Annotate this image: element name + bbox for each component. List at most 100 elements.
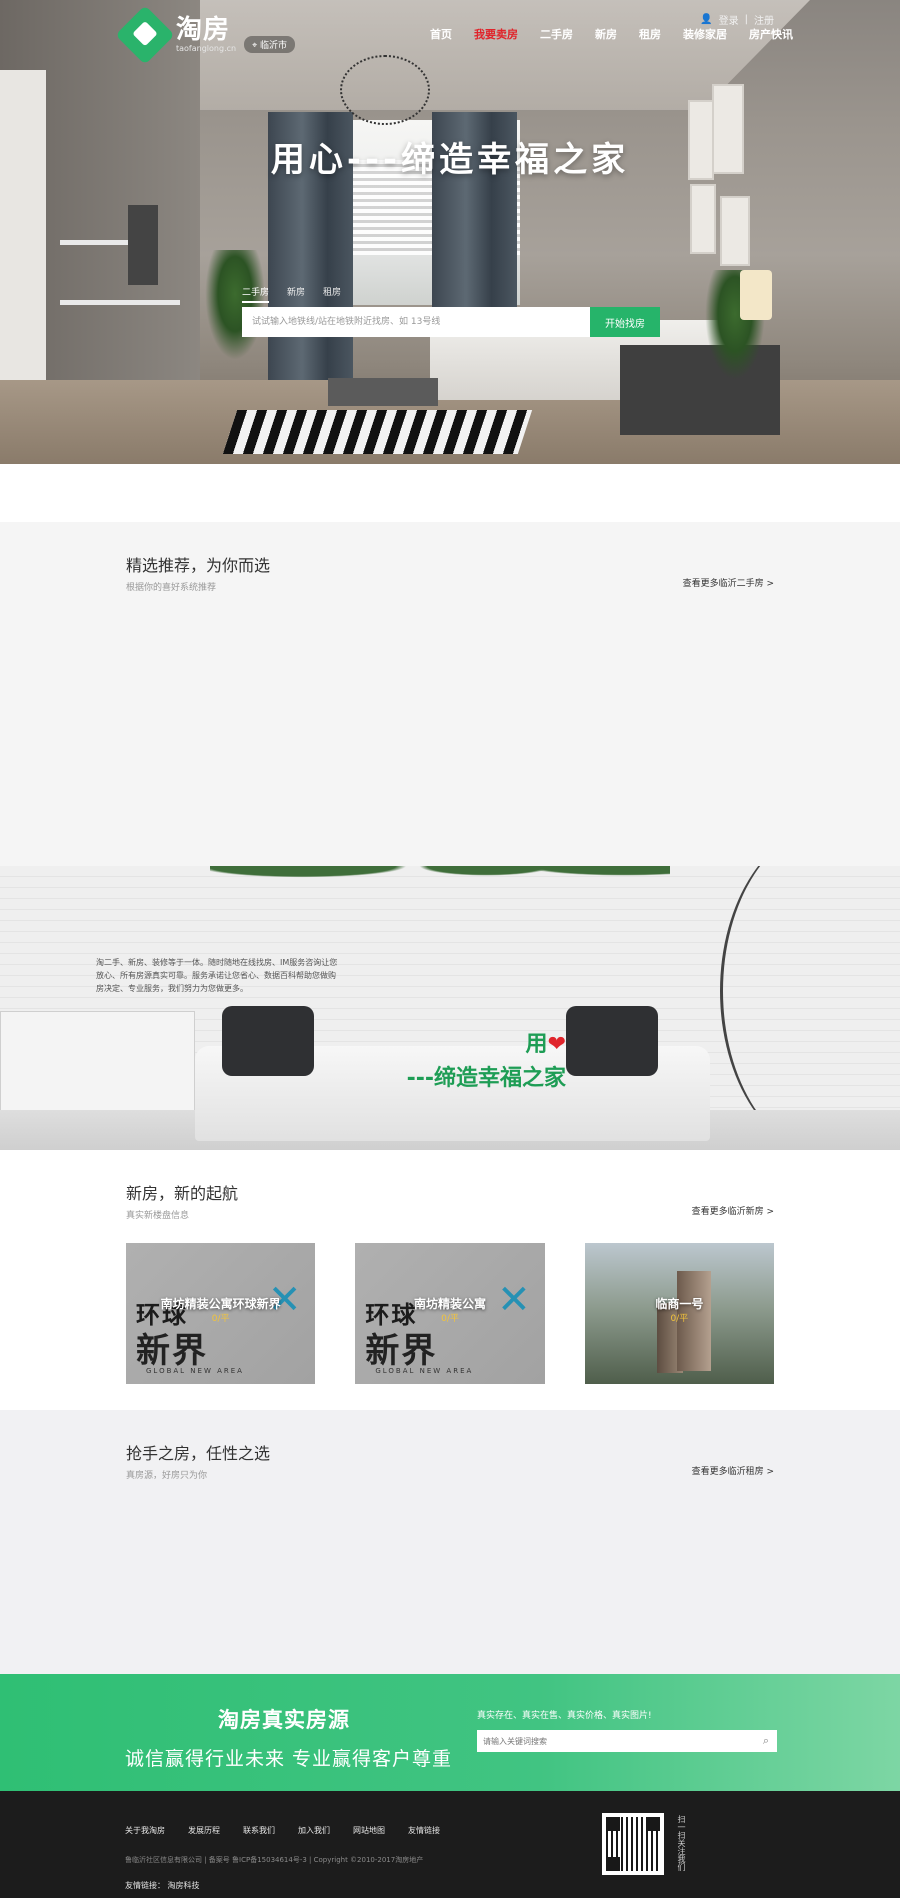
top-navbar: 淘房 taofanglong.cn ⌖ 临沂市 首页 我要卖房 二手房 新房 租… xyxy=(0,0,900,65)
tab-rent[interactable]: 租房 xyxy=(323,285,341,303)
house-card-name: 南坊精装公寓环球新界 xyxy=(160,1297,281,1311)
recommend-title: 精选推荐，为你而选 xyxy=(126,556,271,575)
trust-title: 淘房真实房源 xyxy=(218,1708,350,1732)
login-link[interactable]: 登录 xyxy=(719,12,739,27)
banner-slogan-word: 用 xyxy=(525,1032,548,1057)
trust-tags: 真实存在、真实在售、真实价格、真实图片! xyxy=(477,1711,652,1721)
footer-friend-links: 友情链接： 淘房科技 xyxy=(125,1880,200,1891)
footer-link-friends[interactable]: 友情链接 xyxy=(408,1825,440,1836)
logo-icon xyxy=(115,5,175,65)
newhouse-cards: 环球 新界 GLOBAL NEW AREA ✕ 南坊精装公寓环球新界 0/平 环… xyxy=(0,1221,900,1384)
newhouse-title: 新房，新的起航 xyxy=(126,1184,239,1203)
tab-secondhand[interactable]: 二手房 xyxy=(242,285,270,303)
house-card[interactable]: 临商一号 0/平 xyxy=(584,1243,774,1384)
footer-links: 关于我淘房 发展历程 联系我们 加入我们 网站地图 友情链接 xyxy=(125,1825,463,1836)
qr-code-pattern xyxy=(606,1817,660,1871)
promo-banner: 淘二手、新房、装修等于一体。随时随地在线找房、IM服务咨询让您放心、所有房源真实… xyxy=(0,866,900,1150)
footer-search-bar: ⌕ xyxy=(477,1730,777,1752)
search-icon[interactable]: ⌕ xyxy=(755,1734,777,1748)
footer-link-contact[interactable]: 联系我们 xyxy=(243,1825,275,1836)
card-image-word: 新界 xyxy=(136,1331,208,1371)
nav-item-news[interactable]: 房产快讯 xyxy=(749,26,793,42)
nav-item-home[interactable]: 首页 xyxy=(430,26,452,42)
heart-icon: ❤ xyxy=(547,1032,566,1057)
nav-item-rent[interactable]: 租房 xyxy=(639,26,661,42)
banner-pillow xyxy=(222,1006,314,1076)
start-search-button[interactable]: 开始找房 xyxy=(590,307,660,337)
banner-floor-lamp xyxy=(720,866,900,1150)
hero-banner: 淘房 taofanglong.cn ⌖ 临沂市 首页 我要卖房 二手房 新房 租… xyxy=(0,0,900,464)
banner-leaves xyxy=(210,866,670,906)
register-link[interactable]: 注册 xyxy=(754,12,774,27)
hero-rug xyxy=(222,410,533,454)
house-card-price: 0/平 xyxy=(211,1314,230,1324)
location-pin-icon: ⌖ xyxy=(252,40,258,51)
hero-search-bar: 开始找房 xyxy=(242,307,660,337)
logo-text: 淘房 taofanglong.cn xyxy=(176,16,236,54)
card-image-word: GLOBAL NEW AREA xyxy=(375,1367,474,1375)
house-card-price: 0/平 xyxy=(670,1314,689,1324)
hero-coffee-table xyxy=(328,378,438,406)
footer-link-about[interactable]: 关于我淘房 xyxy=(125,1825,165,1836)
auth-links: 👤 登录 | 注册 xyxy=(694,12,774,27)
newhouse-header: 新房，新的起航 真实新楼盘信息 查看更多临沂新房 > xyxy=(0,1180,900,1221)
rent-subtitle: 真房源，好房只为你 xyxy=(126,1471,208,1481)
house-card[interactable]: 环球 新界 GLOBAL NEW AREA ✕ 南坊精装公寓环球新界 0/平 xyxy=(126,1243,316,1384)
card-image-word: 新界 xyxy=(365,1331,438,1371)
recommend-subtitle: 根据你的喜好系统推荐 xyxy=(126,583,217,593)
section-spacer xyxy=(0,464,900,522)
banner-slogan-line: ---缔造幸福之家 xyxy=(406,1066,566,1091)
footer-link-history[interactable]: 发展历程 xyxy=(188,1825,220,1836)
hero-shelf xyxy=(60,300,180,305)
nav-item-secondhand[interactable]: 二手房 xyxy=(540,26,573,42)
nav-item-new[interactable]: 新房 xyxy=(595,26,617,42)
nav-item-decoration[interactable]: 装修家居 xyxy=(683,26,727,42)
city-selector[interactable]: ⌖ 临沂市 xyxy=(244,35,296,53)
trust-subtitle: 诚信赢得行业未来 专业赢得客户尊重 xyxy=(125,1748,453,1770)
footer-copyright: 鲁临沂社区信息有限公司 | 备案号 鲁ICP备15034614号-3 | Cop… xyxy=(125,1856,424,1864)
house-card-name: 南坊精装公寓 xyxy=(413,1297,486,1311)
friend-label: 友情链接： xyxy=(125,1881,165,1890)
card-image-word: GLOBAL NEW AREA xyxy=(146,1367,244,1375)
hero-chandelier xyxy=(340,55,430,125)
search-tabs: 二手房 新房 租房 xyxy=(242,285,359,303)
qr-caption: 扫一扫关注我们 xyxy=(677,1815,686,1871)
site-footer: 关于我淘房 发展历程 联系我们 加入我们 网站地图 友情链接 鲁临沂社区信息有限… xyxy=(0,1791,900,1898)
site-logo[interactable]: 淘房 taofanglong.cn ⌖ 临沂市 xyxy=(115,5,296,65)
banner-cabinet xyxy=(0,1011,195,1111)
hero-wall-frame xyxy=(720,196,750,266)
nav-item-sell[interactable]: 我要卖房 xyxy=(474,26,518,42)
logo-domain: taofanglong.cn xyxy=(176,44,237,53)
banner-description: 淘二手、新房、装修等于一体。随时随地在线找房、IM服务咨询让您放心、所有房源真实… xyxy=(96,958,338,993)
auth-divider: | xyxy=(744,14,748,25)
rent-more-link[interactable]: 查看更多临沂租房 > xyxy=(692,1464,774,1477)
logo-name: 淘房 xyxy=(176,15,231,45)
friend-link[interactable]: 淘房科技 xyxy=(168,1881,200,1890)
hero-tv xyxy=(128,205,158,285)
rent-section: 抢手之房，任性之选 真房源，好房只为你 查看更多临沂租房 > xyxy=(0,1410,900,1674)
footer-link-join[interactable]: 加入我们 xyxy=(298,1825,330,1836)
recommend-section: 精选推荐，为你而选 根据你的喜好系统推荐 查看更多临沂二手房 > xyxy=(0,522,900,866)
user-icon: 👤 xyxy=(700,14,713,25)
recommend-header: 精选推荐，为你而选 根据你的喜好系统推荐 查看更多临沂二手房 > xyxy=(0,552,900,593)
newhouse-subtitle: 真实新楼盘信息 xyxy=(126,1211,190,1221)
tab-new[interactable]: 新房 xyxy=(287,285,305,303)
hero-wall-frame xyxy=(690,184,716,254)
hero-search-input[interactable] xyxy=(242,307,590,337)
banner-slogan: 用❤ ---缔造幸福之家 xyxy=(407,1026,566,1092)
city-label: 临沂市 xyxy=(260,40,288,51)
house-card[interactable]: 环球 新界 GLOBAL NEW AREA ✕ 南坊精装公寓 0/平 xyxy=(355,1243,545,1384)
hero-slogan: 用心---缔造幸福之家 xyxy=(270,140,630,180)
footer-link-sitemap[interactable]: 网站地图 xyxy=(353,1825,385,1836)
newhouse-more-link[interactable]: 查看更多临沂新房 > xyxy=(692,1204,774,1217)
newhouse-section: 新房，新的起航 真实新楼盘信息 查看更多临沂新房 > 环球 新界 GLOBAL … xyxy=(0,1150,900,1410)
recommend-more-link[interactable]: 查看更多临沂二手房 > xyxy=(683,576,774,589)
trust-banner: 淘房真实房源 诚信赢得行业未来 专业赢得客户尊重 真实存在、真实在售、真实价格、… xyxy=(0,1674,900,1791)
rent-header: 抢手之房，任性之选 真房源，好房只为你 查看更多临沂租房 > xyxy=(0,1440,900,1481)
hero-plant xyxy=(205,250,265,360)
hero-lamp xyxy=(740,270,772,320)
footer-search-input[interactable] xyxy=(477,1730,755,1752)
house-card-name: 临商一号 xyxy=(655,1297,704,1311)
main-nav: 首页 我要卖房 二手房 新房 租房 装修家居 房产快讯 xyxy=(430,26,815,42)
qr-code xyxy=(602,1813,664,1875)
